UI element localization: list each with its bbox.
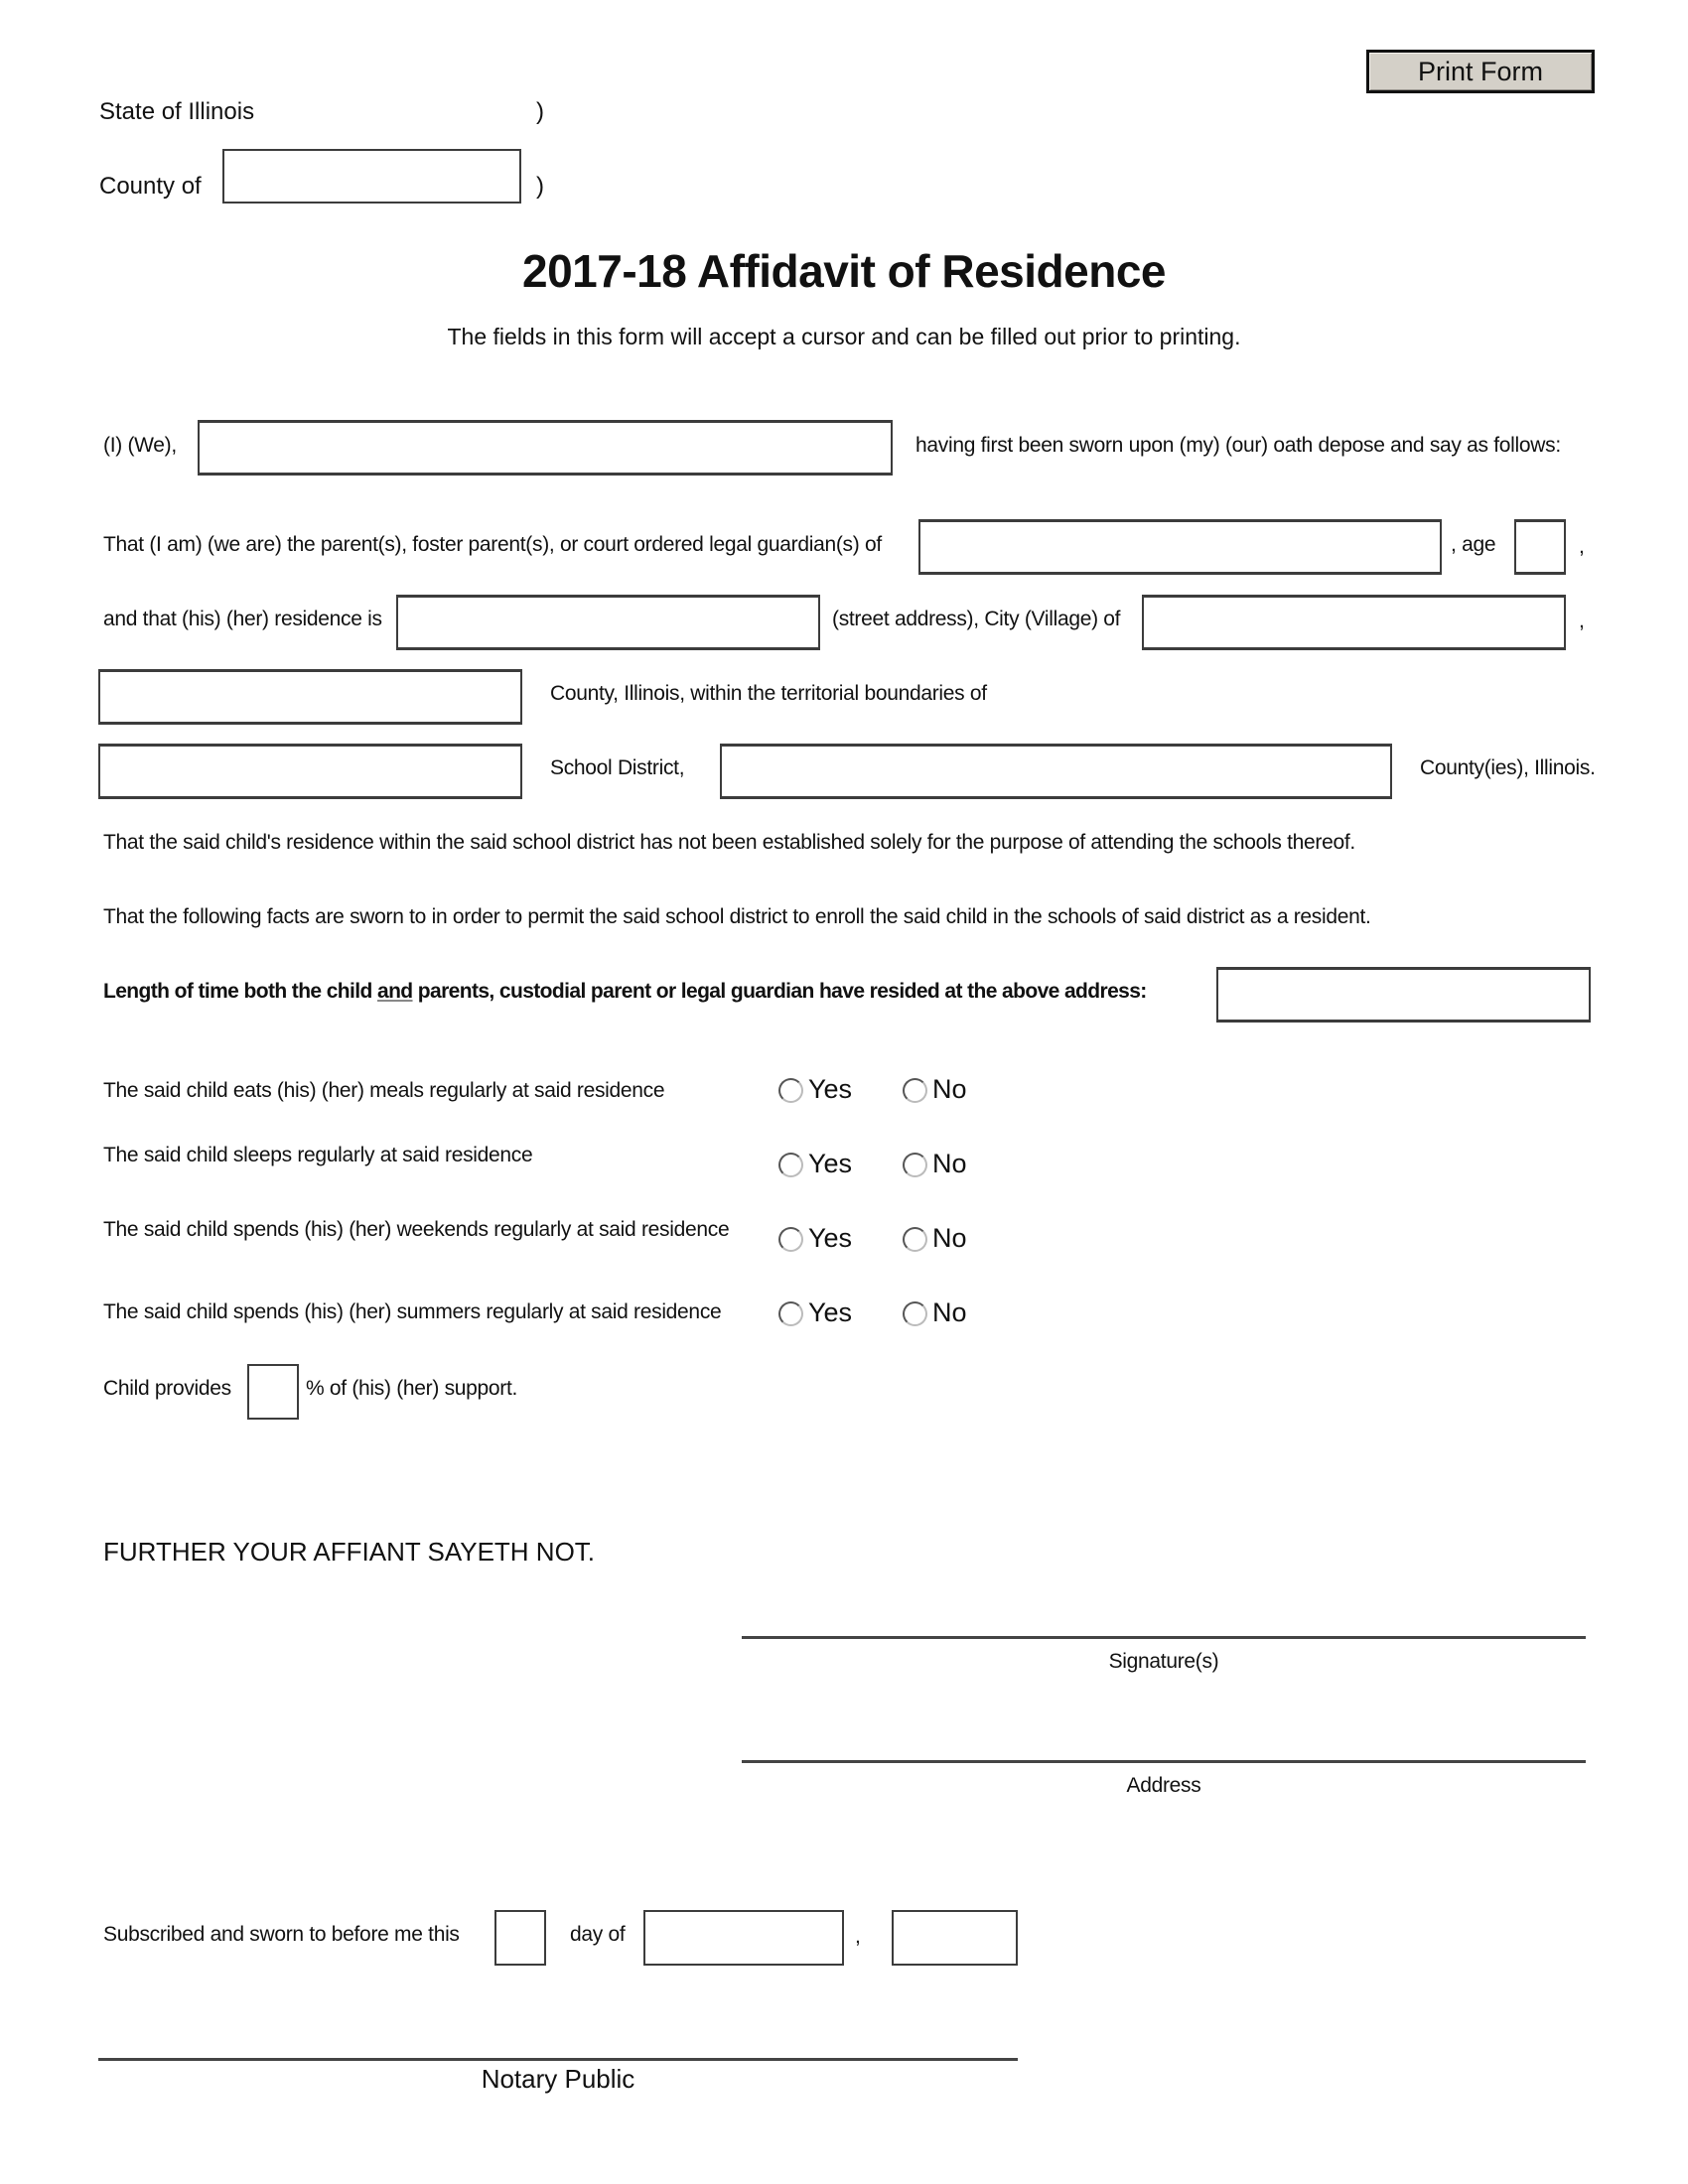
child-prefix: That (I am) (we are) the parent(s), fost… (103, 533, 882, 556)
street-address-input[interactable] (398, 598, 818, 647)
question-weekends-no-radio[interactable] (903, 1227, 927, 1252)
question-summers-text: The said child spends (his) (her) summer… (103, 1300, 722, 1323)
question-weekends-yes-radio[interactable] (778, 1227, 803, 1252)
length-of-time-underlined: and (376, 980, 413, 1003)
street-suffix: (street address), City (Village) of (832, 608, 1121, 630)
question-summers-no-label[interactable]: No (932, 1299, 967, 1326)
address-line[interactable] (742, 1760, 1586, 1763)
school-district-field[interactable] (98, 744, 522, 799)
notary-public-label: Notary Public (481, 2064, 635, 2094)
question-sleeps-no-label[interactable]: No (932, 1151, 967, 1177)
support-suffix: % of (his) (her) support. (306, 1377, 518, 1400)
notary-month-input[interactable] (645, 1912, 842, 1964)
notary-year-input[interactable] (894, 1912, 1016, 1964)
statement-not-solely: That the said child's residence within t… (103, 831, 1355, 854)
closing-statement: FURTHER YOUR AFFIANT SAYETH NOT. (103, 1537, 596, 1567)
state-label: State of Illinois (99, 98, 255, 125)
county-paren: ) (536, 173, 544, 200)
length-of-time-field[interactable] (1216, 967, 1591, 1023)
school-district-input[interactable] (100, 747, 520, 796)
question-weekends-text: The said child spends (his) (her) weeken… (103, 1218, 730, 1241)
question-meals-no-radio[interactable] (903, 1078, 927, 1103)
statement-facts-sworn: That the following facts are sworn to in… (103, 905, 1371, 928)
length-of-time-part1: Length of time both the child (103, 980, 377, 1003)
notary-month-field[interactable] (643, 1910, 844, 1966)
residence-county-input[interactable] (100, 672, 520, 722)
length-of-time-part2: parents, custodial parent or legal guard… (412, 980, 1148, 1003)
question-sleeps-yes-radio[interactable] (778, 1153, 803, 1177)
age-input[interactable] (1516, 522, 1564, 572)
form-instructions: The fields in this form will accept a cu… (447, 324, 1241, 349)
question-summers-no-radio[interactable] (903, 1301, 927, 1326)
question-sleeps-text: The said child sleeps regularly at said … (103, 1144, 533, 1166)
page-title: 2017-18 Affidavit of Residence (522, 245, 1166, 297)
notary-year-field[interactable] (892, 1910, 1018, 1966)
county-label: County of (99, 173, 202, 200)
question-meals-yes-radio[interactable] (778, 1078, 803, 1103)
notary-day-input[interactable] (496, 1912, 544, 1964)
print-form-button[interactable]: Print Form (1366, 50, 1595, 93)
question-summers-yes-radio[interactable] (778, 1301, 803, 1326)
county-field[interactable] (222, 149, 521, 204)
child-name-input[interactable] (920, 522, 1440, 572)
length-of-time-input[interactable] (1218, 970, 1589, 1020)
city-input[interactable] (1144, 598, 1564, 647)
age-label: , age (1451, 533, 1496, 556)
day-of-label: day of (570, 1923, 626, 1946)
question-meals-no-label[interactable]: No (932, 1076, 967, 1103)
affiant-suffix: having first been sworn upon (my) (our) … (915, 434, 1561, 457)
notary-day-field[interactable] (494, 1910, 546, 1966)
affiant-name-input[interactable] (200, 423, 891, 473)
question-sleeps-no-radio[interactable] (903, 1153, 927, 1177)
signature-label: Signature(s) (1108, 1650, 1219, 1673)
address-label: Address (1126, 1774, 1201, 1797)
support-prefix: Child provides (103, 1377, 231, 1400)
state-paren: ) (536, 98, 544, 125)
support-percent-input[interactable] (249, 1366, 297, 1418)
question-sleeps-yes-label[interactable]: Yes (808, 1151, 852, 1177)
city-comma: , (1579, 610, 1585, 632)
notary-prefix: Subscribed and sworn to before me this (103, 1923, 460, 1946)
question-summers-yes-label[interactable]: Yes (808, 1299, 852, 1326)
question-meals-yes-label[interactable]: Yes (808, 1076, 852, 1103)
length-of-time-label: Length of time both the child and parent… (103, 981, 1147, 1002)
street-address-field[interactable] (396, 595, 820, 650)
question-weekends-no-label[interactable]: No (932, 1225, 967, 1252)
question-meals-text: The said child eats (his) (her) meals re… (103, 1079, 665, 1102)
county-suffix: County, Illinois, within the territorial… (550, 682, 987, 705)
age-field[interactable] (1514, 519, 1566, 575)
child-name-field[interactable] (918, 519, 1442, 575)
district-counties-field[interactable] (720, 744, 1392, 799)
counties-suffix: County(ies), Illinois. (1420, 756, 1596, 779)
county-input[interactable] (224, 151, 519, 202)
affiant-name-field[interactable] (198, 420, 893, 476)
city-field[interactable] (1142, 595, 1566, 650)
affiant-prefix: (I) (We), (103, 434, 177, 457)
district-counties-input[interactable] (722, 747, 1390, 796)
residence-prefix: and that (his) (her) residence is (103, 608, 382, 630)
age-comma: , (1579, 535, 1585, 558)
residence-county-field[interactable] (98, 669, 522, 725)
support-percent-field[interactable] (247, 1364, 299, 1420)
signature-line[interactable] (742, 1636, 1586, 1639)
question-weekends-yes-label[interactable]: Yes (808, 1225, 852, 1252)
notary-comma: , (855, 1925, 861, 1948)
school-district-label: School District, (550, 756, 685, 779)
notary-signature-line[interactable] (98, 2058, 1018, 2061)
